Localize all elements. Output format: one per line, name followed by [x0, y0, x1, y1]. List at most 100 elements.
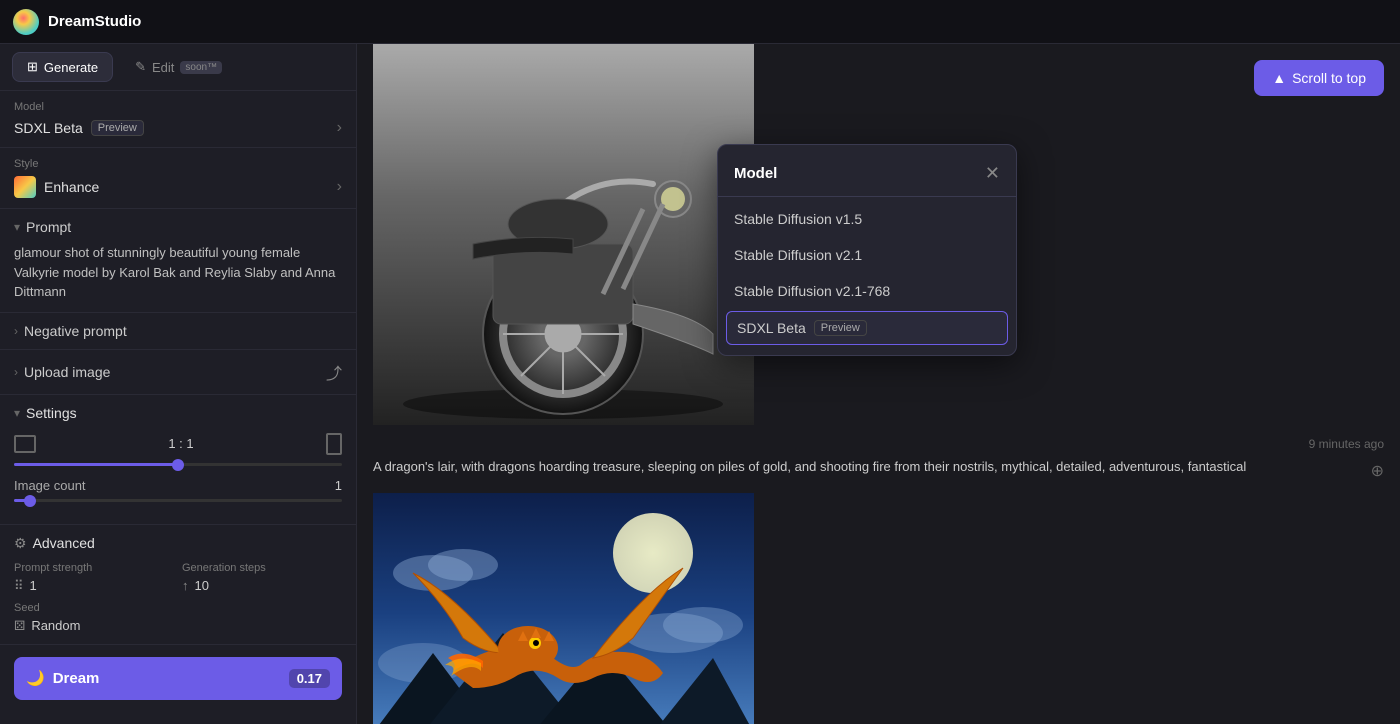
style-value-row: Enhance: [14, 176, 99, 198]
model-section-label: Model: [14, 101, 342, 113]
edit-soon-badge: soon™: [180, 61, 222, 74]
model-option-sd15-label: Stable Diffusion v1.5: [734, 211, 862, 227]
advanced-icon: ⚙: [14, 535, 27, 552]
generate-tab-label: Generate: [44, 60, 98, 75]
model-option-sdxl-label: SDXL Beta: [737, 320, 806, 336]
chevron-right-icon: ›: [337, 119, 342, 137]
dropdown-header: Model ✕: [718, 153, 1016, 197]
upload-image-left: › Upload image: [14, 364, 110, 380]
dropdown-title: Model: [734, 165, 777, 182]
aspect-landscape-icon: [14, 435, 36, 453]
image-count-label: Image count: [14, 478, 86, 493]
grid-icon: ⊞: [27, 59, 38, 75]
aspect-portrait-icon: [326, 433, 342, 455]
motorcycle-image: [373, 44, 754, 425]
advanced-section: ⚙ Advanced Prompt strength ⠿ 1 Generatio…: [0, 525, 356, 645]
settings-section: ▾ Settings 1 : 1 Image count 1: [0, 395, 356, 525]
prompt-section-label: Prompt: [26, 219, 71, 235]
upload-image-section[interactable]: › Upload image ⤴: [0, 350, 356, 395]
model-option-sdxl-badge: Preview: [814, 320, 867, 336]
generation-steps-item: Generation steps ↑ 10: [182, 562, 342, 594]
scroll-to-top-label: Scroll to top: [1292, 70, 1366, 86]
generation-steps-value-row: ↑ 10: [182, 578, 342, 593]
model-section: Model SDXL Beta Preview ›: [0, 91, 356, 148]
dragon-section: [357, 493, 1400, 724]
negative-prompt-chevron-icon: ›: [14, 324, 18, 338]
seed-label: Seed: [14, 602, 342, 614]
dream-cost-badge: 0.17: [289, 669, 330, 688]
negative-prompt-label: Negative prompt: [24, 323, 127, 339]
steps-icon: ↑: [182, 578, 189, 593]
model-preview-badge: Preview: [91, 120, 144, 136]
model-option-sdxl-beta[interactable]: SDXL Beta Preview: [726, 311, 1008, 345]
advanced-header[interactable]: ⚙ Advanced: [14, 535, 342, 552]
prompt-section: ▾ Prompt glamour shot of stunningly beau…: [0, 209, 356, 313]
dragon-image: [373, 493, 754, 724]
advanced-grid: Prompt strength ⠿ 1 Generation steps ↑ 1…: [14, 562, 342, 594]
edit-tab[interactable]: ✎ Edit soon™: [121, 53, 236, 81]
image-count-slider[interactable]: [14, 499, 342, 502]
moon-icon: 🌙: [26, 669, 45, 687]
prompt-strength-value-row: ⠿ 1: [14, 578, 174, 594]
model-option-sd15[interactable]: Stable Diffusion v1.5: [718, 201, 1016, 237]
timestamp-1: 9 minutes ago: [357, 425, 1400, 459]
style-section-label: Style: [14, 158, 342, 170]
model-option-sd21-label: Stable Diffusion v2.1: [734, 247, 862, 263]
dropdown-close-button[interactable]: ✕: [985, 163, 1000, 184]
aspect-ratio-slider[interactable]: [14, 463, 342, 466]
upload-icon[interactable]: ⤴: [326, 360, 342, 384]
main-content: ▲ Scroll to top: [357, 44, 1400, 724]
model-option-sd21[interactable]: Stable Diffusion v2.1: [718, 237, 1016, 273]
image-count-row: Image count 1: [14, 478, 342, 493]
image-count-slider-thumb[interactable]: [24, 495, 36, 507]
model-option-sd21-768[interactable]: Stable Diffusion v2.1-768: [718, 273, 1016, 309]
aspect-ratio-row: 1 : 1: [14, 433, 342, 455]
logo-area: DreamStudio: [12, 8, 141, 36]
prompt-strength-value: 1: [30, 578, 37, 593]
aspect-ratio-slider-thumb[interactable]: [172, 459, 184, 471]
generation-steps-label: Generation steps: [182, 562, 342, 574]
prompt-text[interactable]: glamour shot of stunningly beautiful you…: [14, 243, 342, 302]
aspect-ratio-slider-fill: [14, 463, 178, 466]
upload-chevron-icon: ›: [14, 365, 18, 379]
model-dropdown: Model ✕ Stable Diffusion v1.5 Stable Dif…: [717, 144, 1017, 356]
prompt-strength-item: Prompt strength ⠿ 1: [14, 562, 174, 594]
prompt-chevron-icon: ▾: [14, 220, 20, 234]
style-enhance-icon: [14, 176, 36, 198]
edit-icon: ✎: [135, 59, 146, 75]
model-option-sd21-768-label: Stable Diffusion v2.1-768: [734, 283, 890, 299]
scroll-to-top-button[interactable]: ▲ Scroll to top: [1254, 60, 1384, 96]
model-name-text: SDXL Beta: [14, 120, 83, 136]
style-value-text: Enhance: [44, 179, 99, 195]
prompt-strength-label: Prompt strength: [14, 562, 174, 574]
dream-button[interactable]: 🌙 Dream 0.17: [14, 657, 342, 700]
dream-button-label: Dream: [53, 670, 100, 687]
scroll-up-icon: ▲: [1272, 70, 1286, 86]
generation-steps-value: 10: [195, 578, 209, 593]
advanced-label: Advanced: [33, 535, 95, 551]
motorcycle-svg: [373, 44, 754, 425]
prompt-strength-icon: ⠿: [14, 578, 24, 594]
prompt-caption-1: A dragon's lair, with dragons hoarding t…: [357, 459, 1400, 493]
style-row[interactable]: Enhance ›: [14, 176, 342, 198]
prompt-caption-text: A dragon's lair, with dragons hoarding t…: [373, 459, 1246, 474]
negative-prompt-left: › Negative prompt: [14, 323, 127, 339]
info-icon[interactable]: ⊕: [1371, 461, 1384, 481]
dream-button-left: 🌙 Dream: [26, 669, 99, 687]
logo-icon: [12, 8, 40, 36]
upload-image-label: Upload image: [24, 364, 110, 380]
prompt-header[interactable]: ▾ Prompt: [14, 219, 342, 235]
settings-label: Settings: [26, 405, 77, 421]
settings-header[interactable]: ▾ Settings: [14, 405, 342, 421]
seed-value: Random: [31, 618, 80, 633]
seed-value-row: ⚄ Random: [14, 618, 342, 634]
negative-prompt-section[interactable]: › Negative prompt: [0, 313, 356, 350]
dragon-svg: [373, 493, 754, 724]
topbar: DreamStudio: [0, 0, 1400, 44]
generate-tab[interactable]: ⊞ Generate: [12, 52, 113, 82]
nav-tabs: ⊞ Generate ✎ Edit soon™: [0, 44, 356, 91]
app-title: DreamStudio: [48, 13, 141, 30]
style-section: Style Enhance ›: [0, 148, 356, 209]
model-selector[interactable]: SDXL Beta Preview ›: [14, 119, 342, 137]
image-count-value: 1: [335, 478, 342, 493]
